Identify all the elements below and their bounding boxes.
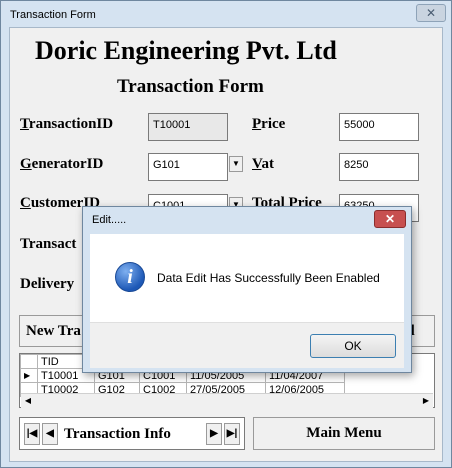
grid-row-selector-header [20, 354, 38, 369]
navigator-label: Transaction Info [64, 426, 171, 442]
company-name: Doric Engineering Pvt. Ltd [35, 36, 337, 65]
main-menu-button[interactable]: Main Menu [253, 417, 435, 450]
last-record-icon[interactable]: ▶| [224, 423, 240, 445]
record-navigator: |◀ ◀ Transaction Info ▶ ▶| [19, 417, 245, 450]
grid-row-selector[interactable]: ▶ [20, 368, 38, 383]
transaction-id-label: TransactionID [20, 116, 114, 132]
dialog-body: i Data Edit Has Successfully Been Enable… [90, 234, 404, 322]
next-record-icon[interactable]: ▶ [206, 423, 222, 445]
vat-field[interactable]: 8250 [339, 153, 419, 181]
form-title: Transaction Form [117, 76, 264, 97]
ok-button[interactable]: OK [310, 334, 396, 358]
title-bar[interactable]: Transaction Form ✕ [1, 1, 451, 27]
generator-dropdown-arrow-icon[interactable]: ▼ [229, 156, 243, 172]
dialog-close-button[interactable]: ✕ [374, 210, 406, 228]
generator-id-label: GeneratorID [20, 156, 104, 172]
transaction-date-label: Transact [20, 236, 77, 252]
previous-record-icon[interactable]: ◀ [42, 423, 58, 445]
vat-label: Vat [252, 156, 274, 172]
grid-horizontal-scrollbar[interactable]: ◀ ▶ [21, 393, 433, 408]
generator-id-combo[interactable]: G101 [148, 153, 228, 181]
info-icon: i [115, 262, 145, 292]
price-field[interactable]: 55000 [339, 113, 419, 141]
delivery-date-label: Delivery [20, 276, 75, 292]
first-record-icon[interactable]: |◀ [24, 423, 40, 445]
price-label: Price [252, 116, 286, 132]
transaction-id-field[interactable]: T10001 [148, 113, 228, 141]
dialog-title: Edit..... [92, 214, 127, 226]
edit-dialog: Edit..... ✕ i Data Edit Has Successfully… [82, 206, 412, 373]
dialog-message: Data Edit Has Successfully Been Enabled [157, 271, 380, 285]
scroll-right-arrow-icon[interactable]: ▶ [419, 394, 433, 408]
dialog-footer: OK [90, 322, 404, 368]
scroll-left-arrow-icon[interactable]: ◀ [21, 394, 35, 408]
window-title: Transaction Form [10, 9, 96, 21]
window-close-button[interactable]: ✕ [416, 4, 446, 22]
